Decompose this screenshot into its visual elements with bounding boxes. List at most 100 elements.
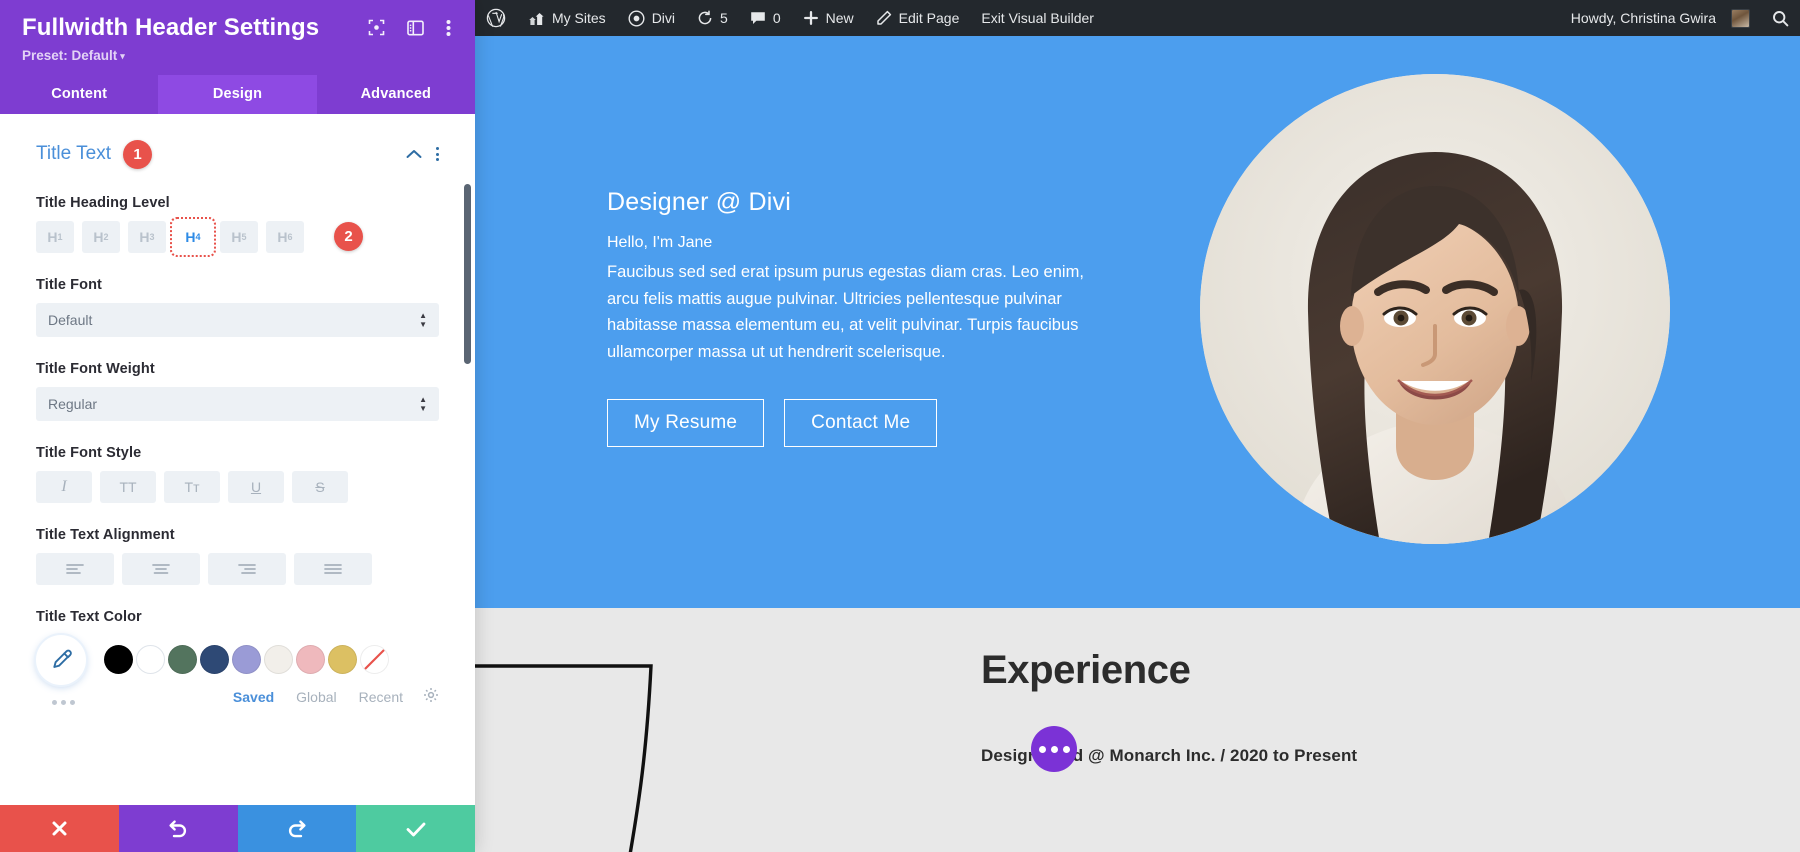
- kebab-menu-icon[interactable]: [446, 19, 451, 37]
- swatch-pink[interactable]: [296, 645, 325, 675]
- redo-icon: [288, 819, 306, 837]
- wordpress-logo-icon[interactable]: [475, 0, 517, 36]
- hero-buttons: My Resume Contact Me: [607, 398, 1112, 447]
- annotation-badge-1: 1: [122, 139, 152, 169]
- save-button[interactable]: [356, 805, 475, 852]
- color-swatch-row: [36, 634, 439, 685]
- underline-icon[interactable]: U: [228, 470, 284, 503]
- hero-greeting: Hello, I'm Jane: [607, 234, 713, 251]
- swatch-periwinkle[interactable]: [232, 645, 261, 675]
- panel-header: Fullwidth Header Settings Preset: Defaul…: [0, 0, 475, 75]
- font-style-buttons: I TT Tᴛ U S: [36, 470, 439, 503]
- color-tab-global[interactable]: Global: [296, 689, 336, 705]
- title-font-weight-value: Regular: [48, 395, 98, 412]
- color-tab-saved[interactable]: Saved: [233, 689, 274, 705]
- experience-heading: Experience: [981, 648, 1191, 692]
- adminbar-updates-count: 5: [720, 10, 728, 26]
- hero-title: Designer @ Divi: [607, 188, 791, 216]
- strikethrough-icon[interactable]: S: [292, 470, 348, 503]
- swatch-none[interactable]: [360, 645, 389, 675]
- heading-level-buttons: H1 H2 H3 H4 H5 H6 2: [36, 216, 439, 257]
- sites-icon: [529, 12, 544, 25]
- chevron-up-icon[interactable]: [406, 146, 422, 163]
- undo-button[interactable]: [118, 805, 238, 852]
- swatch-green[interactable]: [168, 645, 197, 675]
- panel-scrollbar[interactable]: [464, 183, 471, 364]
- comments-icon: [751, 11, 765, 24]
- adminbar-label: New: [825, 10, 854, 26]
- gear-icon[interactable]: [423, 687, 439, 708]
- my-resume-button[interactable]: My Resume: [607, 398, 765, 447]
- adminbar-howdy[interactable]: Howdy, Christina Gwira: [1560, 0, 1761, 36]
- align-right-icon[interactable]: [208, 552, 286, 585]
- eyedropper-icon[interactable]: [36, 634, 86, 685]
- section-title: Title Text: [36, 143, 111, 165]
- adminbar-item-divi[interactable]: Divi: [617, 0, 686, 36]
- alignment-buttons: [36, 552, 439, 585]
- tab-content[interactable]: Content: [0, 75, 158, 114]
- panel-header-icons: [368, 19, 453, 37]
- color-tab-recent[interactable]: Recent: [359, 689, 403, 705]
- panel-body: Title Text 1 Title Heading Level H1 H2 H…: [0, 113, 475, 805]
- contact-me-button[interactable]: Contact Me: [784, 398, 938, 447]
- tab-advanced[interactable]: Advanced: [317, 75, 475, 114]
- user-avatar: [1731, 8, 1750, 28]
- adminbar-item-updates[interactable]: 5: [686, 0, 739, 36]
- field-title-font: Title Font Default ▲ ▼: [36, 277, 439, 337]
- howdy-label: Howdy, Christina Gwira: [1570, 10, 1716, 26]
- field-label: Title Font Weight: [36, 360, 155, 377]
- adminbar-item-my-sites[interactable]: My Sites: [517, 0, 617, 36]
- swatch-white[interactable]: [136, 645, 165, 675]
- layout-panel-icon[interactable]: [407, 20, 424, 36]
- heading-level-h6[interactable]: H6: [266, 220, 304, 253]
- tab-design[interactable]: Design: [158, 74, 317, 114]
- adminbar-item-edit-page[interactable]: Edit Page: [865, 0, 971, 36]
- field-title-text-color: Title Text Color Saved Global Recent: [36, 609, 439, 708]
- heading-level-h2[interactable]: H2: [82, 220, 120, 253]
- close-icon: [52, 821, 67, 836]
- heading-level-h3[interactable]: H3: [128, 220, 166, 253]
- italic-icon[interactable]: I: [36, 470, 92, 503]
- redo-button[interactable]: [237, 805, 357, 852]
- heading-level-h1[interactable]: H1: [36, 220, 74, 253]
- swatch-gold[interactable]: [328, 645, 357, 675]
- page-canvas: Designer @ Divi Hello, I'm Jane Faucibus…: [475, 36, 1800, 852]
- field-title-font-style: Title Font Style I TT Tᴛ U S: [36, 445, 439, 503]
- search-icon[interactable]: [1761, 0, 1800, 36]
- swatch-black[interactable]: [104, 645, 133, 675]
- undo-icon: [169, 819, 187, 837]
- title-font-weight-select[interactable]: Regular ▲ ▼: [36, 386, 439, 421]
- field-title-font-weight: Title Font Weight Regular ▲ ▼: [36, 361, 439, 421]
- adminbar-item-exit-visual-builder[interactable]: Exit Visual Builder: [970, 0, 1105, 36]
- field-label: Title Text Alignment: [36, 526, 175, 543]
- more-options-icon[interactable]: [1031, 726, 1077, 772]
- heading-level-h5[interactable]: H5: [220, 220, 258, 253]
- field-label: Title Heading Level: [36, 194, 170, 211]
- preset-selector[interactable]: Preset: Default ▾: [22, 48, 453, 63]
- section-options-icon[interactable]: [436, 147, 439, 162]
- more-dots-icon[interactable]: [52, 700, 75, 706]
- heading-level-h4[interactable]: H4: [170, 216, 216, 257]
- uppercase-icon[interactable]: TT: [100, 470, 156, 503]
- stepper-arrows-icon: ▲ ▼: [419, 310, 427, 329]
- title-font-select[interactable]: Default ▲ ▼: [36, 302, 439, 337]
- field-title-text-alignment: Title Text Alignment: [36, 527, 439, 585]
- align-center-icon[interactable]: [122, 552, 200, 585]
- align-left-icon[interactable]: [36, 552, 114, 585]
- align-justify-icon[interactable]: [294, 552, 372, 585]
- divi-icon: [628, 9, 645, 27]
- adminbar-item-new[interactable]: New: [792, 0, 865, 36]
- cancel-button[interactable]: [0, 805, 119, 852]
- experience-section: Experience Design Lead @ Monarch Inc. / …: [475, 608, 1800, 852]
- adminbar-label: Edit Page: [898, 10, 960, 26]
- swatch-navy[interactable]: [200, 645, 229, 675]
- small-caps-icon[interactable]: Tᴛ: [164, 470, 220, 503]
- stepper-arrows-icon: ▲ ▼: [419, 394, 427, 413]
- focus-icon[interactable]: [368, 19, 385, 36]
- panel-action-bar: [0, 805, 475, 852]
- adminbar-label: Exit Visual Builder: [981, 10, 1094, 26]
- adminbar-item-comments[interactable]: 0: [739, 0, 792, 36]
- panel-title: Fullwidth Header Settings: [22, 14, 320, 41]
- panel-tabs: Content Design Advanced: [0, 74, 475, 114]
- swatch-offwhite[interactable]: [264, 645, 293, 675]
